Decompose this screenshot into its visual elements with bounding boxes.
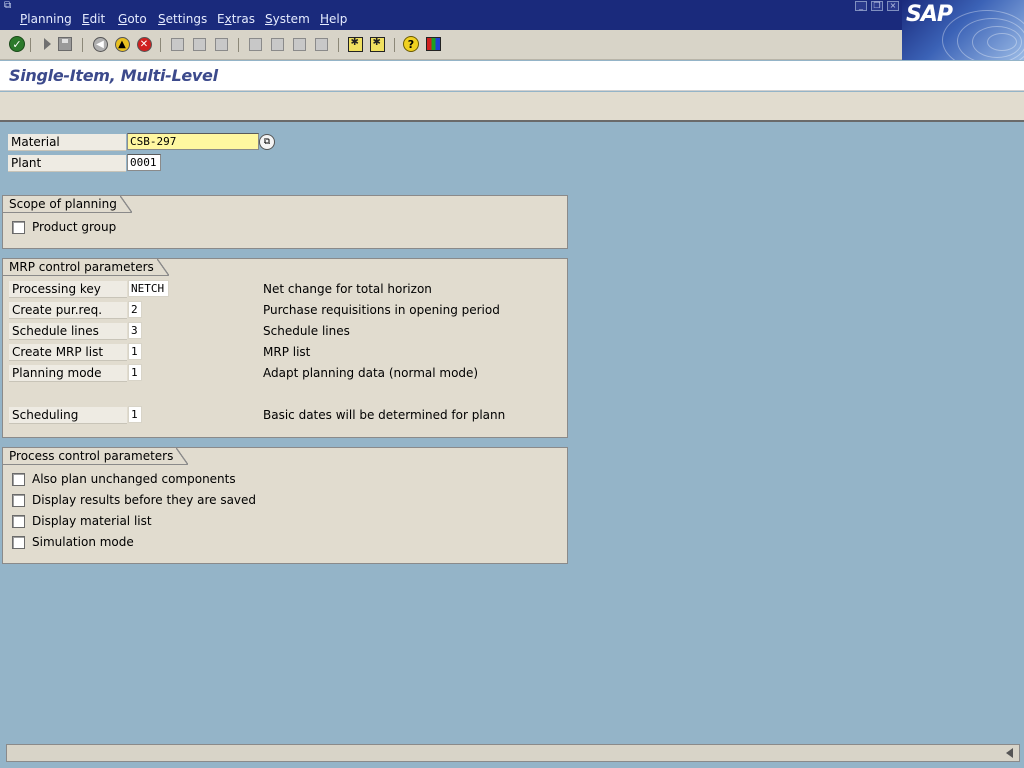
menu-bar: ⧉ Planning Edit Goto Settings Extras Sys… bbox=[0, 0, 1024, 30]
scheduling-input[interactable]: 1 bbox=[128, 406, 142, 423]
processing-key-description: Net change for total horizon bbox=[263, 282, 432, 296]
system-menu-icon[interactable]: ⧉ bbox=[4, 1, 16, 11]
menu-system[interactable]: System bbox=[265, 12, 310, 26]
schedule-lines-label: Schedule lines bbox=[9, 323, 127, 340]
close-icon[interactable]: × bbox=[887, 1, 899, 11]
create-mrp-list-label: Create MRP list bbox=[9, 344, 127, 361]
processing-key-label: Processing key bbox=[9, 281, 127, 298]
mrp-control-title: MRP control parameters bbox=[3, 259, 169, 276]
plan-unchanged-label: Also plan unchanged components bbox=[32, 472, 236, 486]
display-results-checkbox[interactable] bbox=[12, 493, 25, 507]
menu-edit[interactable]: Edit bbox=[82, 12, 105, 26]
display-results-label: Display results before they are saved bbox=[32, 493, 257, 507]
schedule-lines-description: Schedule lines bbox=[263, 324, 350, 338]
display-material-list-checkbox[interactable] bbox=[12, 514, 25, 528]
process-control-group: Process control parameters Also plan unc… bbox=[2, 447, 568, 564]
processing-key-input[interactable]: NETCH bbox=[128, 280, 169, 297]
page-title: Single-Item, Multi-Level bbox=[9, 66, 218, 85]
exit-icon[interactable]: ▲ bbox=[113, 35, 131, 53]
menu-extras[interactable]: Extras bbox=[217, 12, 255, 26]
planning-mode-label: Planning mode bbox=[9, 365, 127, 382]
standard-toolbar: ✓ ◀ ▲ ✕ ? bbox=[0, 30, 902, 60]
status-expand-icon[interactable] bbox=[1006, 748, 1013, 758]
cancel-icon[interactable]: ✕ bbox=[135, 35, 153, 53]
minimize-icon[interactable]: _ bbox=[855, 1, 867, 11]
menu-planning[interactable]: Planning bbox=[20, 12, 72, 26]
menu-help[interactable]: Help bbox=[320, 12, 347, 26]
previous-page-icon[interactable] bbox=[268, 35, 286, 53]
create-pur-req-label: Create pur.req. bbox=[9, 302, 127, 319]
create-shortcut-icon[interactable] bbox=[368, 35, 386, 53]
find-next-icon[interactable] bbox=[212, 35, 230, 53]
create-pur-req-input[interactable]: 2 bbox=[128, 301, 142, 318]
create-mrp-list-description: MRP list bbox=[263, 345, 311, 359]
product-group-label: Product group bbox=[32, 220, 117, 234]
plan-unchanged-checkbox[interactable] bbox=[12, 472, 25, 486]
create-pur-req-description: Purchase requisitions in opening period bbox=[263, 303, 500, 317]
product-group-checkbox[interactable] bbox=[12, 220, 25, 234]
scheduling-label: Scheduling bbox=[9, 407, 127, 424]
material-label: Material bbox=[8, 134, 126, 151]
status-bar bbox=[6, 744, 1020, 762]
process-control-title: Process control parameters bbox=[3, 448, 189, 465]
value-help-icon[interactable]: ⧉ bbox=[259, 134, 275, 150]
application-toolbar bbox=[0, 92, 1024, 122]
plant-input[interactable]: 0001 bbox=[127, 154, 161, 171]
sap-logo-area: SAP bbox=[902, 0, 1024, 60]
simulation-mode-option[interactable]: Simulation mode bbox=[12, 534, 134, 550]
find-icon[interactable] bbox=[190, 35, 208, 53]
display-results-option[interactable]: Display results before they are saved bbox=[12, 492, 256, 508]
command-field-icon[interactable] bbox=[38, 35, 56, 53]
title-bar: Single-Item, Multi-Level bbox=[0, 61, 1024, 91]
save-icon[interactable] bbox=[56, 35, 74, 53]
back-icon[interactable]: ◀ bbox=[91, 35, 109, 53]
planning-mode-input[interactable]: 1 bbox=[128, 364, 142, 381]
menu-goto[interactable]: Goto bbox=[118, 12, 147, 26]
print-icon[interactable] bbox=[168, 35, 186, 53]
menu-settings[interactable]: Settings bbox=[158, 12, 207, 26]
scope-of-planning-group: Scope of planning Product group bbox=[2, 195, 568, 249]
restore-icon[interactable]: ❐ bbox=[871, 1, 883, 11]
simulation-mode-checkbox[interactable] bbox=[12, 535, 25, 549]
customize-layout-icon[interactable] bbox=[424, 35, 442, 53]
create-mrp-list-input[interactable]: 1 bbox=[128, 343, 142, 360]
scope-of-planning-title: Scope of planning bbox=[3, 196, 132, 213]
schedule-lines-input[interactable]: 3 bbox=[128, 322, 142, 339]
enter-icon[interactable]: ✓ bbox=[8, 35, 26, 53]
product-group-option[interactable]: Product group bbox=[12, 219, 116, 235]
create-session-icon[interactable] bbox=[346, 35, 364, 53]
simulation-mode-label: Simulation mode bbox=[32, 535, 134, 549]
display-material-list-option[interactable]: Display material list bbox=[12, 513, 152, 529]
planning-mode-description: Adapt planning data (normal mode) bbox=[263, 366, 479, 380]
help-icon[interactable]: ? bbox=[402, 35, 420, 53]
plan-unchanged-option[interactable]: Also plan unchanged components bbox=[12, 471, 236, 487]
material-input[interactable]: CSB-297 bbox=[127, 133, 259, 150]
scheduling-description: Basic dates will be determined for plann bbox=[263, 408, 506, 422]
mrp-control-group: MRP control parameters Processing key NE… bbox=[2, 258, 568, 438]
sap-logo: SAP bbox=[906, 2, 953, 27]
first-page-icon[interactable] bbox=[246, 35, 264, 53]
display-material-list-label: Display material list bbox=[32, 514, 152, 528]
next-page-icon[interactable] bbox=[290, 35, 308, 53]
plant-label: Plant bbox=[8, 155, 126, 172]
last-page-icon[interactable] bbox=[312, 35, 330, 53]
